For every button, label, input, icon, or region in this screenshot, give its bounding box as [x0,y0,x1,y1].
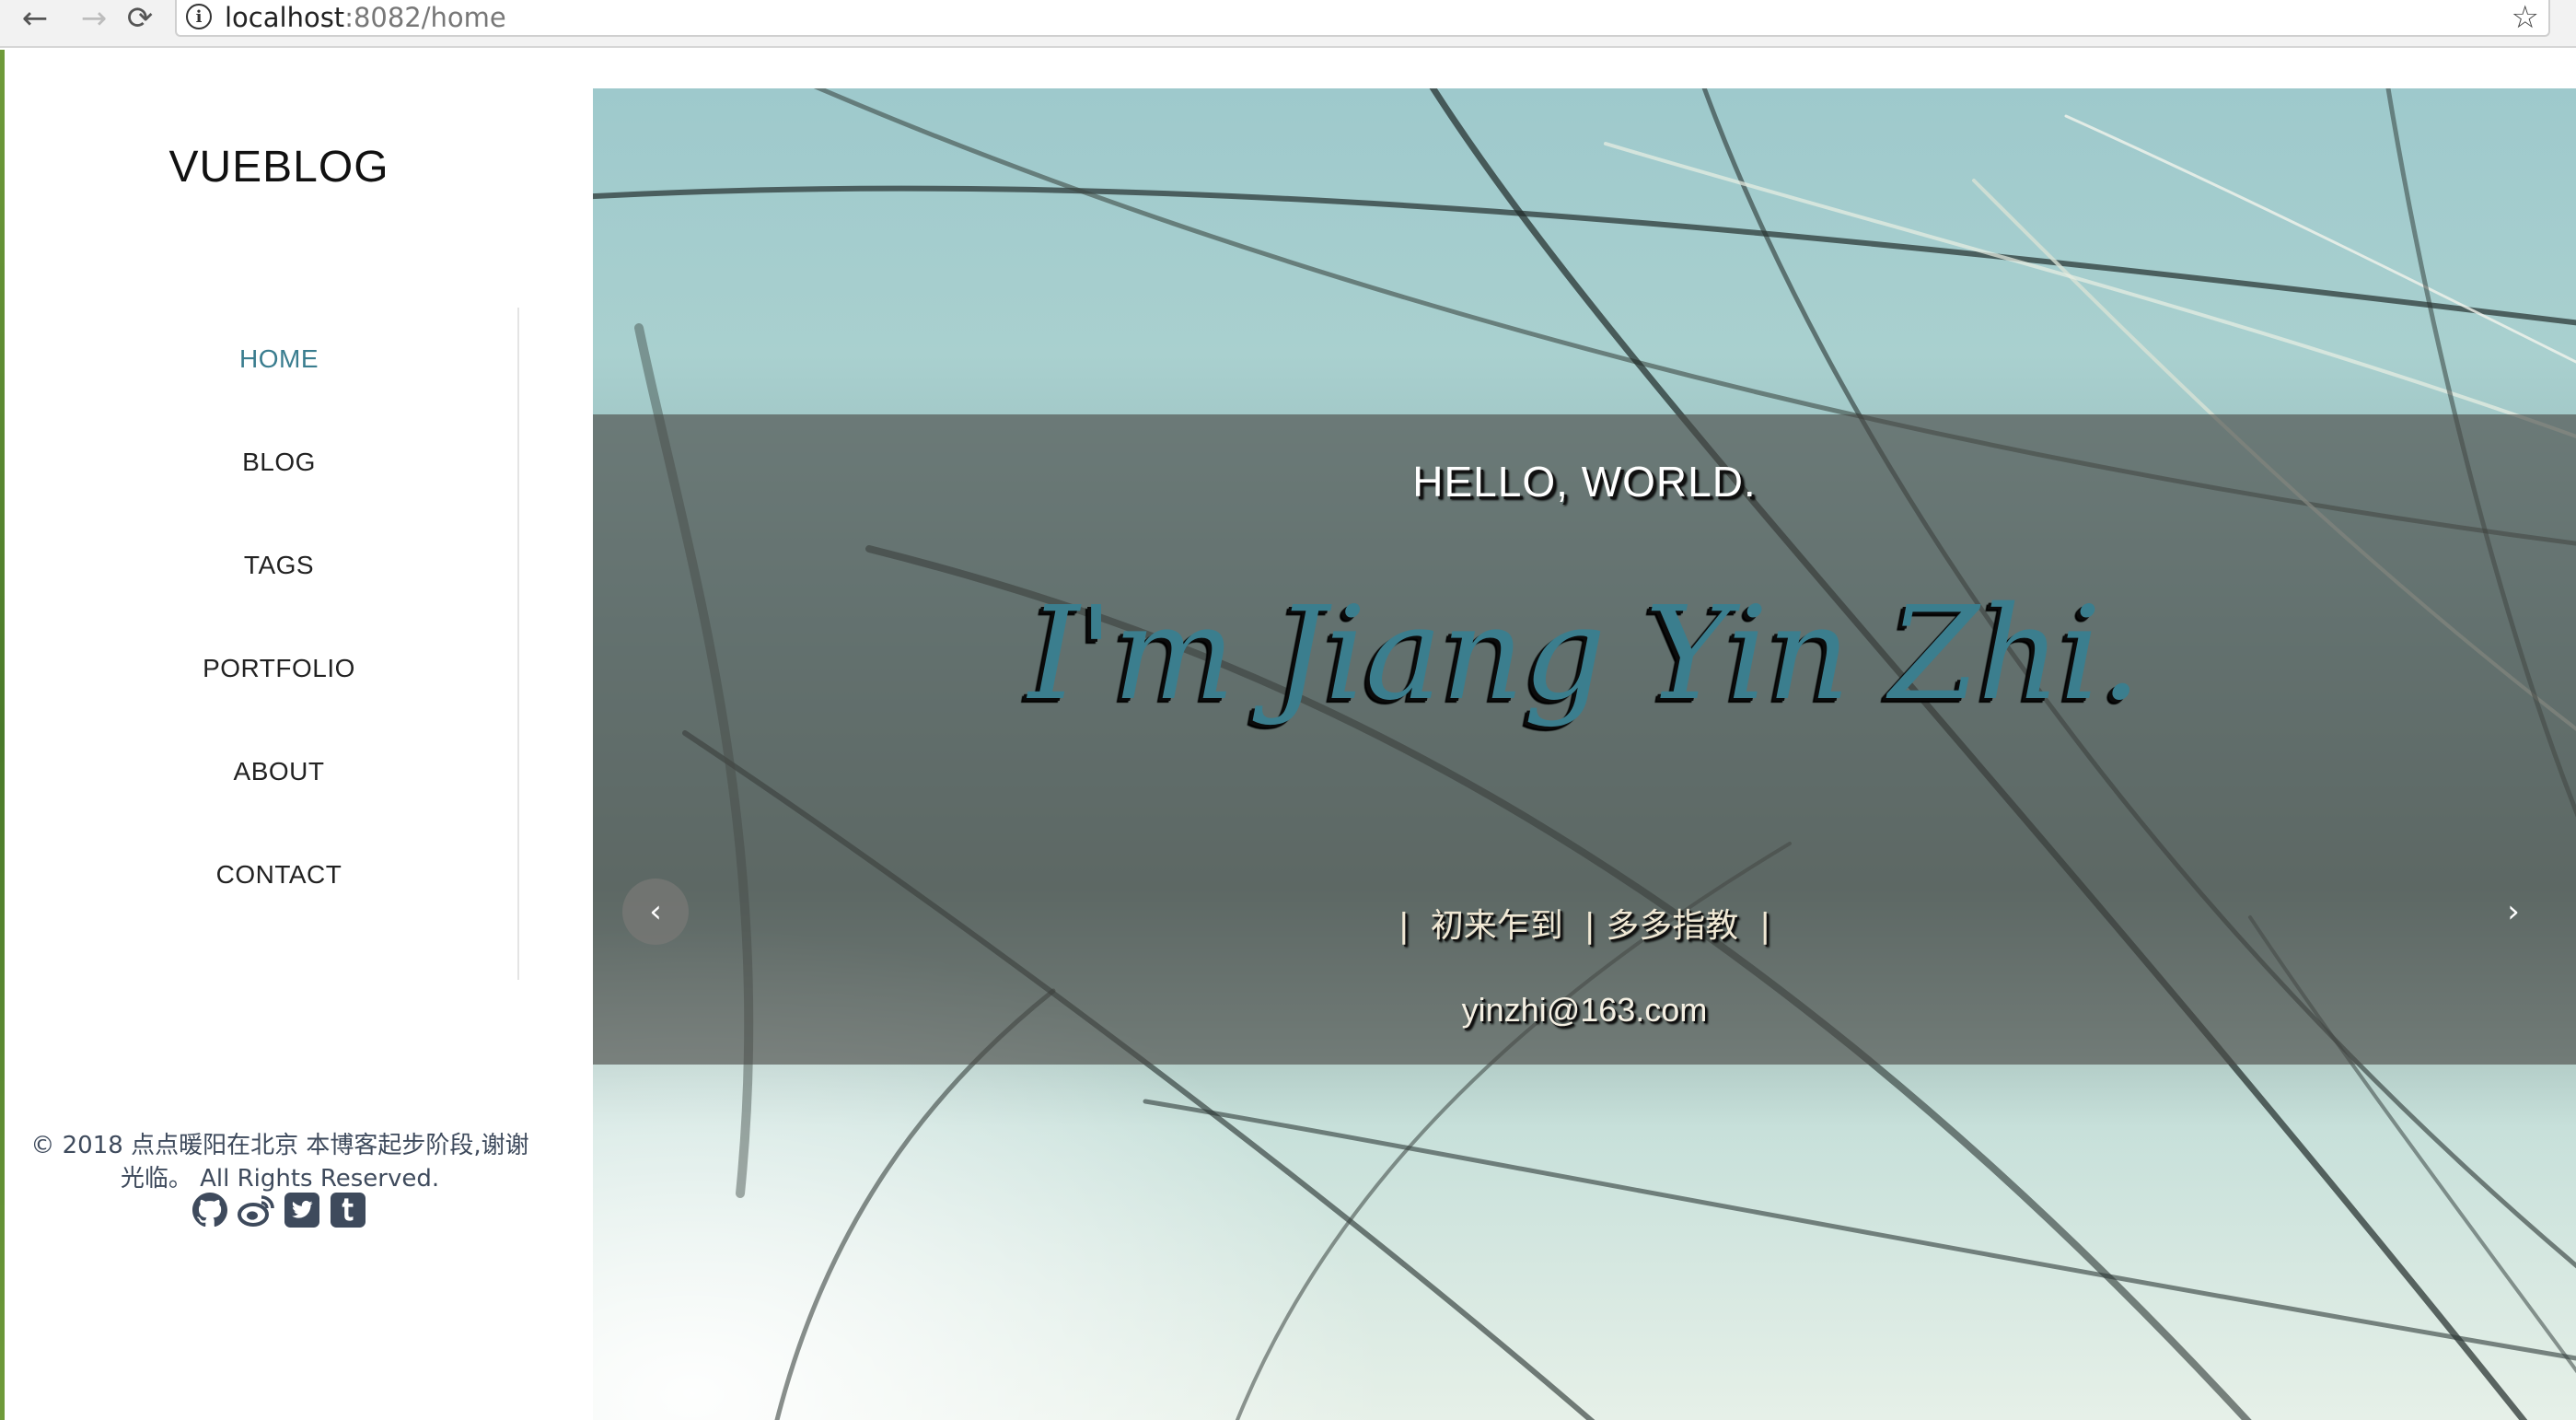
nav-item-blog[interactable]: BLOG [0,411,558,514]
nav-item-portfolio[interactable]: PORTFOLIO [0,617,558,720]
url-path: :8082/home [344,2,506,33]
reload-icon: ⟳ [126,0,154,37]
browser-toolbar: ← → ⟳ i localhost:8082/home ☆ [0,0,2576,48]
arrow-right-icon: → [80,0,108,37]
chevron-left-icon: ‹ [649,893,662,930]
reload-button[interactable]: ⟳ [118,0,162,37]
info-icon[interactable]: i [186,4,212,29]
nav-item-home[interactable]: HOME [0,308,558,411]
hero-carousel: HELLO, WORLD. I'm Jiang Yin Zhi. | 初来乍到 … [593,88,2576,1420]
sidebar: VUEBLOG HOME BLOG TAGS PORTFOLIO ABOUT C… [0,50,593,1420]
star-icon[interactable]: ☆ [2512,0,2539,35]
url-host: localhost [225,2,345,33]
chevron-right-icon: › [2507,893,2520,930]
url-text[interactable]: localhost:8082/home [225,1,506,34]
footer-copyright: © 2018 点点暖阳在北京 本博客起步阶段,谢谢光临。 All Rights … [30,1132,529,1193]
arrow-left-icon: ← [21,0,49,37]
twitter-icon[interactable] [284,1192,320,1228]
tumblr-icon[interactable] [330,1192,366,1228]
nav-item-tags[interactable]: TAGS [0,514,558,617]
hero-overlay [593,414,2576,1065]
hero-headline: I'm Jiang Yin Zhi. [1028,579,2141,729]
hero-greeting: HELLO, WORLD. [1412,458,1757,506]
nav-divider [517,308,519,980]
hero-tagline: | 初来乍到 | 多多指教 | [1398,907,1771,945]
carousel-prev-button[interactable]: ‹ [622,879,689,945]
hero-email[interactable]: yinzhi@163.com [593,991,2576,1030]
github-icon[interactable] [191,1192,228,1228]
carousel-next-button[interactable]: › [2480,879,2547,945]
site-title[interactable]: VUEBLOG [0,142,558,192]
forward-button[interactable]: → [72,0,116,37]
back-button[interactable]: ← [13,0,57,37]
nav-item-about[interactable]: ABOUT [0,720,558,823]
main-nav: HOME BLOG TAGS PORTFOLIO ABOUT CONTACT [0,308,558,926]
weibo-icon[interactable] [238,1192,274,1228]
nav-item-contact[interactable]: CONTACT [0,823,558,926]
social-links [0,1192,558,1228]
address-bar[interactable]: i localhost:8082/home ☆ [175,0,2550,37]
